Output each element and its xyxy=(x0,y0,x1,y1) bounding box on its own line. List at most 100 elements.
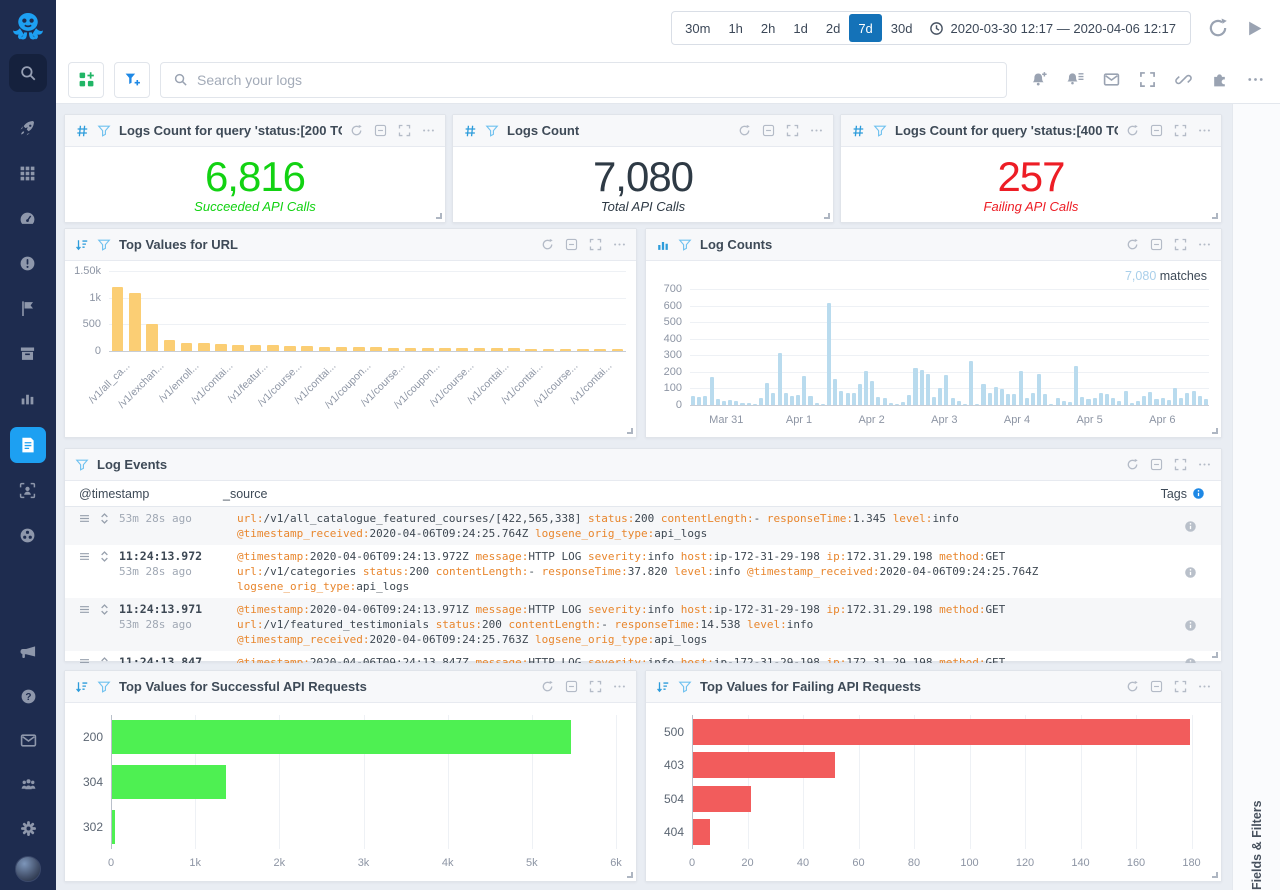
chart-bar[interactable] xyxy=(336,347,348,351)
chart-bar[interactable] xyxy=(790,396,794,405)
panel-more-button[interactable] xyxy=(810,124,823,137)
chart-bar[interactable] xyxy=(753,404,757,406)
panel-fullscreen-button[interactable] xyxy=(589,238,602,251)
panel-refresh-button[interactable] xyxy=(738,124,751,137)
chart-bar[interactable] xyxy=(543,349,555,351)
chart-bar[interactable] xyxy=(1006,394,1010,405)
chart-bar[interactable] xyxy=(716,399,720,405)
chart-bar[interactable] xyxy=(1080,397,1084,405)
chart-bar[interactable] xyxy=(1111,398,1115,405)
chart-bar[interactable] xyxy=(870,381,874,405)
drag-handle-icon[interactable] xyxy=(78,603,91,616)
chart-bar[interactable] xyxy=(198,343,210,351)
chart-bar[interactable] xyxy=(975,404,979,406)
chart-bar[interactable] xyxy=(722,401,726,405)
chart-bar[interactable] xyxy=(932,397,936,405)
chart-bar[interactable] xyxy=(1117,401,1121,405)
panel-resize-handle[interactable] xyxy=(436,213,442,219)
info-icon[interactable] xyxy=(1184,656,1197,663)
fields-filters-panel[interactable]: Fields & Filters xyxy=(1232,104,1280,890)
chart-bar[interactable] xyxy=(439,348,451,351)
chart-bar[interactable] xyxy=(577,349,589,351)
chart-bar[interactable] xyxy=(1025,398,1029,406)
panel-more-button[interactable] xyxy=(613,680,626,693)
chart-bar[interactable] xyxy=(796,395,800,405)
sidebar-search-button[interactable] xyxy=(9,54,47,92)
panel-fullscreen-button[interactable] xyxy=(1174,458,1187,471)
column-source[interactable]: _source xyxy=(223,487,1147,501)
panel-resize-handle[interactable] xyxy=(627,428,633,434)
chart-bar[interactable] xyxy=(988,393,992,405)
filter-icon[interactable] xyxy=(678,680,692,694)
drag-handle-icon[interactable] xyxy=(78,512,91,525)
chart-bar[interactable] xyxy=(802,376,806,405)
chart-bar[interactable] xyxy=(1204,399,1208,405)
chart-bar[interactable] xyxy=(693,786,751,812)
info-icon[interactable] xyxy=(1184,603,1197,647)
chart-bar[interactable] xyxy=(1130,403,1134,406)
add-filter-button[interactable] xyxy=(114,62,150,98)
chart-bar[interactable] xyxy=(1099,393,1103,405)
chart-bar[interactable] xyxy=(112,720,571,754)
info-icon[interactable] xyxy=(1184,512,1197,541)
panel-more-button[interactable] xyxy=(1198,124,1211,137)
chart-bar[interactable] xyxy=(525,349,537,352)
chart-bar[interactable] xyxy=(1136,401,1140,405)
chart-bar[interactable] xyxy=(697,397,701,405)
chart-bar[interactable] xyxy=(833,379,837,406)
sidebar-item-dashboards[interactable] xyxy=(10,202,44,234)
chart-bar[interactable] xyxy=(895,404,899,406)
chart-bar[interactable] xyxy=(1148,392,1152,405)
chart-bar[interactable] xyxy=(1012,394,1016,405)
column-timestamp[interactable]: @timestamp xyxy=(65,487,223,501)
user-avatar[interactable] xyxy=(15,856,41,882)
sidebar-item-getting-started[interactable] xyxy=(10,112,44,144)
time-range-1d[interactable]: 1d xyxy=(784,14,816,42)
chart-bar[interactable] xyxy=(821,404,825,406)
panel-refresh-button[interactable] xyxy=(541,238,554,251)
chart-bar[interactable] xyxy=(301,346,313,351)
time-range-7d[interactable]: 7d xyxy=(849,14,881,42)
expand-row-icon[interactable] xyxy=(98,512,111,525)
panel-collapse-button[interactable] xyxy=(762,124,775,137)
chart-bar[interactable] xyxy=(901,402,905,405)
chart-bar[interactable] xyxy=(747,403,751,405)
chart-bar[interactable] xyxy=(883,398,887,406)
add-component-button[interactable] xyxy=(68,62,104,98)
sidebar-item-monitoring[interactable] xyxy=(10,382,44,414)
chart-bar[interactable] xyxy=(839,391,843,405)
drag-handle-icon[interactable] xyxy=(78,656,91,663)
panel-refresh-button[interactable] xyxy=(1126,680,1139,693)
panel-resize-handle[interactable] xyxy=(1212,652,1218,658)
chart-bar[interactable] xyxy=(1074,366,1078,405)
sidebar-item-events[interactable] xyxy=(10,292,44,324)
panel-fullscreen-button[interactable] xyxy=(1174,238,1187,251)
sidebar-item-logs[interactable] xyxy=(10,427,46,463)
chart-bar[interactable] xyxy=(1031,393,1035,405)
date-range-button[interactable]: 2020-03-30 12:17 — 2020-04-06 12:17 xyxy=(921,21,1186,36)
panel-fullscreen-button[interactable] xyxy=(786,124,799,137)
chart-bar[interactable] xyxy=(740,403,744,406)
drag-handle-icon[interactable] xyxy=(78,550,91,563)
panel-fullscreen-button[interactable] xyxy=(1174,124,1187,137)
chart-bar[interactable] xyxy=(969,361,973,405)
chart-bar[interactable] xyxy=(703,396,707,405)
sidebar-item-apps[interactable] xyxy=(10,157,44,189)
sidebar-item-announcements[interactable] xyxy=(11,636,45,668)
panel-more-button[interactable] xyxy=(422,124,435,137)
chart-bar[interactable] xyxy=(456,348,468,351)
chart-bar[interactable] xyxy=(284,346,296,351)
panel-resize-handle[interactable] xyxy=(1212,213,1218,219)
share-link-button[interactable] xyxy=(1175,71,1192,88)
chart-bar[interactable] xyxy=(1154,399,1158,405)
search-input[interactable] xyxy=(197,72,994,88)
chart-bar[interactable] xyxy=(852,393,856,405)
chart-bar[interactable] xyxy=(815,403,819,405)
chart-bar[interactable] xyxy=(778,353,782,405)
sidebar-item-settings[interactable] xyxy=(11,812,45,844)
time-range-30d[interactable]: 30d xyxy=(882,14,922,42)
fullscreen-button[interactable] xyxy=(1139,71,1156,88)
chart-bar[interactable] xyxy=(693,752,835,778)
chart-bar[interactable] xyxy=(250,345,262,351)
chart-bar[interactable] xyxy=(957,401,961,405)
